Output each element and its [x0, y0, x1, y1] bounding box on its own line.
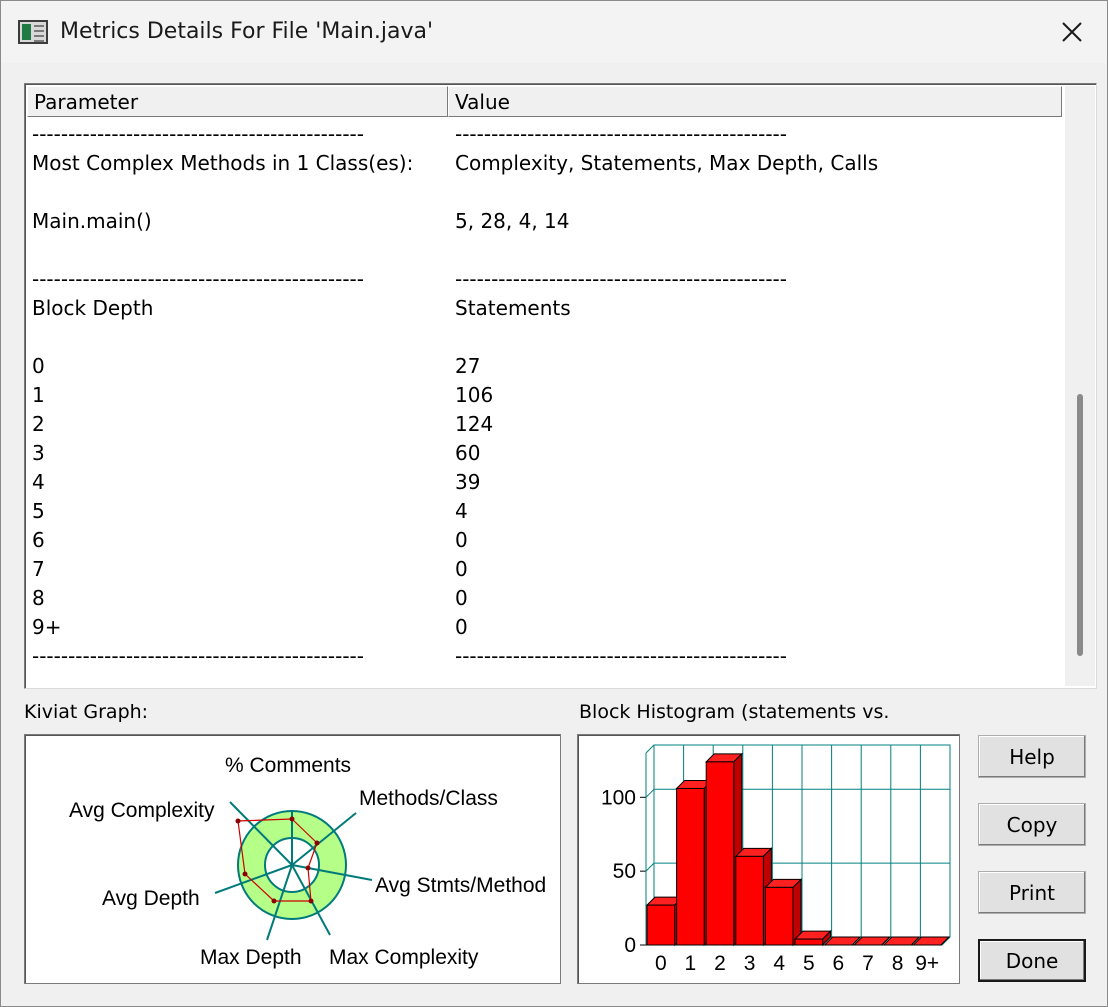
kiviat-axis-label-avg-depth: Avg Depth	[102, 887, 200, 910]
list-cell-parameter: 0	[32, 354, 45, 378]
histogram-x-tick-label: 3	[744, 952, 756, 975]
list-cell-value: ----------------------------------------…	[455, 267, 787, 291]
kiviat-point	[305, 865, 311, 871]
list-cell-parameter: Most Complex Methods in 1 Class(es):	[32, 151, 414, 175]
kiviat-axis-label-max-complexity: Max Complexity	[329, 946, 479, 969]
kiviat-point	[314, 840, 320, 846]
kiviat-axis-label-methods-class: Methods/Class	[359, 787, 498, 810]
copy-button[interactable]: Copy	[978, 803, 1086, 846]
kiviat-axis-label-avg-complexity: Avg Complexity	[69, 799, 215, 822]
list-cell-parameter: 7	[32, 557, 45, 581]
histogram-bar	[676, 787, 705, 946]
list-cell-parameter: Block Depth	[32, 296, 154, 320]
kiviat-point	[242, 871, 248, 877]
list-cell-parameter: 3	[32, 441, 45, 465]
histogram-x-tick-label: 4	[773, 952, 785, 975]
list-cell-parameter: 9+	[32, 615, 62, 639]
histogram-svg: 0501000 1 2 3 4 5 6 7 8 9+	[601, 744, 951, 975]
kiviat-graph-svg: % Comments Methods/Class Avg Stmts/Metho…	[69, 754, 546, 969]
list-cell-parameter: 4	[32, 470, 45, 494]
scrollbar-thumb[interactable]	[1077, 394, 1083, 656]
histogram-bar	[646, 904, 676, 946]
histogram-x-tick-label: 8	[892, 952, 904, 975]
list-cell-value: 4	[455, 499, 468, 523]
histogram-x-tick-label: 9+	[915, 952, 939, 975]
histogram-gridline-side	[645, 862, 655, 872]
metrics-list[interactable]: Parameter Value ------------------------…	[24, 83, 1097, 689]
title-bar: Metrics Details For File 'Main.java'	[1, 1, 1107, 63]
kiviat-point	[289, 816, 295, 822]
histogram-bar	[705, 761, 735, 946]
histogram-label: Block Histogram (statements vs.	[579, 701, 890, 723]
close-icon	[1062, 22, 1082, 42]
list-cell-value: 106	[455, 383, 494, 407]
done-button[interactable]: Done	[978, 939, 1086, 982]
list-cell-value: ----------------------------------------…	[455, 644, 787, 668]
list-cell-value: 60	[455, 441, 481, 465]
column-header-parameter[interactable]: Parameter	[27, 86, 448, 117]
list-cell-value: 0	[455, 528, 468, 552]
list-cell-parameter: 1	[32, 383, 45, 407]
histogram-x-tick-label: 0	[655, 952, 667, 975]
print-button[interactable]: Print	[978, 871, 1086, 914]
histogram-x-tick-label: 1	[685, 952, 697, 975]
list-cell-value: 0	[455, 557, 468, 581]
histogram-bar	[794, 938, 824, 946]
list-cell-value: Complexity, Statements, Max Depth, Calls	[455, 151, 879, 175]
list-cell-parameter: 8	[32, 586, 45, 610]
kiviat-axis-label-avg-stmts: Avg Stmts/Method	[375, 874, 546, 897]
kiviat-point	[271, 898, 277, 904]
list-cell-parameter: 6	[32, 528, 45, 552]
window-title: Metrics Details For File 'Main.java'	[60, 19, 433, 44]
list-cell-value: ----------------------------------------…	[455, 122, 787, 146]
column-header-value[interactable]: Value	[448, 86, 1062, 117]
histogram-y-tick-label: 100	[601, 786, 636, 809]
list-cell-parameter: 2	[32, 412, 45, 436]
close-button[interactable]	[1041, 9, 1103, 55]
vertical-scrollbar[interactable]	[1065, 86, 1095, 686]
kiviat-point	[235, 818, 241, 824]
list-cell-value: 27	[455, 354, 481, 378]
kiviat-axis-label-max-depth: Max Depth	[200, 946, 302, 969]
help-button[interactable]: Help	[978, 735, 1086, 778]
list-cell-parameter: ----------------------------------------…	[32, 644, 364, 668]
list-cell-value: 124	[455, 412, 494, 436]
list-cell-value: 0	[455, 615, 468, 639]
histogram-bar	[764, 886, 794, 946]
kiviat-graph-label: Kiviat Graph:	[24, 701, 149, 723]
list-cell-parameter: 5	[32, 499, 45, 523]
histogram-bar	[735, 855, 764, 946]
kiviat-axis-label-comments: % Comments	[225, 754, 351, 777]
list-cell-parameter: ----------------------------------------…	[32, 122, 364, 146]
kiviat-point	[308, 898, 314, 904]
histogram-x-tick-label: 7	[862, 952, 874, 975]
list-cell-value: 5, 28, 4, 14	[455, 209, 570, 233]
list-cell-value: 39	[455, 470, 481, 494]
histogram-y-tick-label: 50	[613, 860, 636, 883]
histogram-x-tick-label: 2	[714, 952, 726, 975]
app-icon	[18, 20, 48, 44]
kiviat-graph: % Comments Methods/Class Avg Stmts/Metho…	[24, 734, 561, 984]
block-histogram: 0 50 100 0 1 2 3 4 5 6 7 8 9+	[577, 734, 960, 984]
histogram-gridline-side	[645, 788, 655, 798]
histogram-x-tick-label: 5	[803, 952, 815, 975]
list-cell-parameter: ----------------------------------------…	[32, 267, 364, 291]
histogram-left-top-edge	[645, 744, 655, 754]
metrics-dialog: Metrics Details For File 'Main.java' Par…	[0, 0, 1108, 1007]
histogram-x-tick-label: 6	[833, 952, 845, 975]
histogram-y-tick-label: 0	[624, 934, 636, 957]
list-cell-value: 0	[455, 586, 468, 610]
list-cell-parameter: Main.main()	[32, 209, 152, 233]
list-cell-value: Statements	[455, 296, 571, 320]
